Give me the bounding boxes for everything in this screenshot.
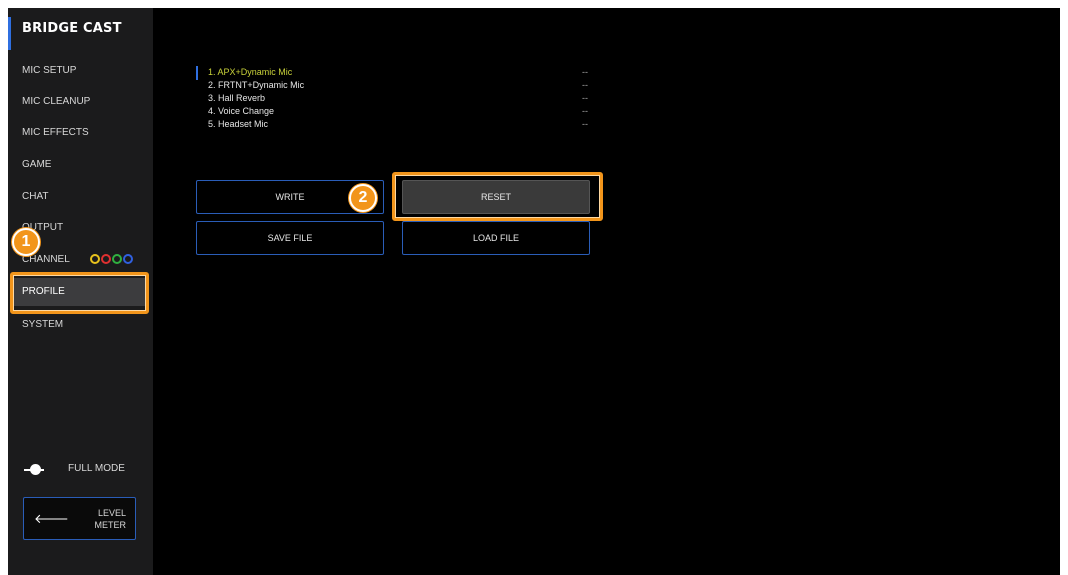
profile-value: --	[582, 93, 588, 103]
sidebar-item-channel-label: CHANNEL	[22, 254, 70, 265]
profile-item-3[interactable]: 3. Hall Reverb --	[208, 92, 588, 105]
profile-item-1[interactable]: 1. APX+Dynamic Mic --	[208, 66, 588, 79]
callout-profile-highlight	[10, 272, 149, 314]
profile-name: 1. APX+Dynamic Mic	[208, 67, 293, 77]
arrow-left-icon: 🡐	[34, 511, 69, 526]
profile-value: --	[582, 67, 588, 77]
profile-name: 2. FRTNT+Dynamic Mic	[208, 80, 305, 90]
sidebar-item-mic-cleanup[interactable]: MIC CLEANUP	[12, 88, 145, 116]
bridge-cast-app: BRIDGE CAST MIC SETUP MIC CLEANUP MIC EF…	[8, 8, 1060, 575]
callout-step-2-badge: 2	[349, 184, 377, 212]
channel-ring-green	[112, 254, 122, 264]
toggle-knob-icon	[30, 464, 41, 475]
save-file-button[interactable]: SAVE FILE	[196, 221, 384, 255]
profile-name: 3. Hall Reverb	[208, 93, 266, 103]
sidebar: BRIDGE CAST MIC SETUP MIC CLEANUP MIC EF…	[8, 8, 153, 575]
full-mode-label: FULL MODE	[68, 463, 125, 474]
level-meter-label-line1: LEVEL	[97, 508, 126, 518]
sidebar-item-game[interactable]: GAME	[12, 151, 145, 179]
sidebar-item-mic-setup[interactable]: MIC SETUP	[12, 57, 145, 85]
profile-name: 5. Headset Mic	[208, 119, 269, 129]
profile-item-5[interactable]: 5. Headset Mic --	[208, 118, 588, 131]
profile-value: --	[582, 106, 588, 116]
app-title: BRIDGE CAST	[22, 21, 122, 36]
profile-value: --	[582, 80, 588, 90]
channel-ring-blue	[123, 254, 133, 264]
load-file-button[interactable]: LOAD FILE	[402, 221, 590, 255]
callout-step-1-badge: 1	[12, 228, 40, 256]
callout-reset-highlight	[392, 172, 603, 221]
channel-ring-red	[101, 254, 111, 264]
profile-item-2[interactable]: 2. FRTNT+Dynamic Mic --	[208, 79, 588, 92]
selected-indicator-bar	[196, 66, 198, 80]
channel-ring-yellow	[90, 254, 100, 264]
brand-accent-bar	[8, 17, 11, 50]
level-meter-label-line2: METER	[94, 520, 127, 530]
level-meter-label: LEVEL METER	[95, 507, 127, 531]
profile-name: 4. Voice Change	[208, 106, 275, 116]
profile-value: --	[582, 119, 588, 129]
level-meter-button[interactable]: 🡐 LEVEL METER	[23, 497, 136, 540]
sidebar-item-mic-effects[interactable]: MIC EFFECTS	[12, 119, 145, 147]
sidebar-item-chat[interactable]: CHAT	[12, 183, 145, 211]
profile-item-4[interactable]: 4. Voice Change --	[208, 105, 588, 118]
sidebar-item-system[interactable]: SYSTEM	[12, 311, 145, 339]
